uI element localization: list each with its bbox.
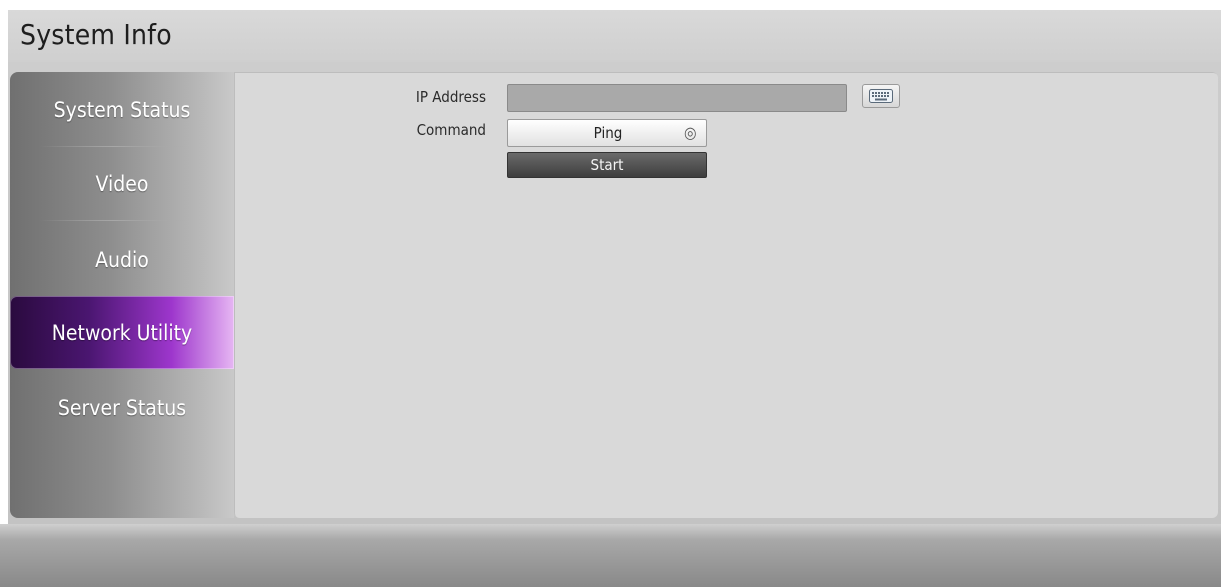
- sidebar-item-system-status[interactable]: System Status: [10, 74, 234, 146]
- ip-address-input[interactable]: [507, 84, 847, 112]
- keyboard-icon: [869, 89, 893, 103]
- footer-bar: [0, 524, 1221, 587]
- header-bar: System Info: [8, 10, 1221, 62]
- ip-address-label: IP Address: [415, 88, 486, 106]
- sidebar-item-audio[interactable]: Audio: [10, 224, 234, 296]
- ring-icon: ◎: [684, 123, 697, 142]
- sidebar-divider: [40, 220, 190, 221]
- sidebar-item-label: System Status: [53, 98, 191, 122]
- sidebar-divider: [40, 146, 190, 147]
- keyboard-button[interactable]: [862, 84, 900, 108]
- command-select-value: Ping: [593, 124, 623, 142]
- command-label: Command: [416, 121, 486, 139]
- command-select[interactable]: Ping ◎: [507, 119, 707, 147]
- start-button[interactable]: Start: [507, 152, 707, 178]
- page-title: System Info: [20, 18, 172, 51]
- sidebar-item-label: Video: [95, 172, 149, 196]
- sidebar-item-server-status[interactable]: Server Status: [10, 372, 234, 444]
- sidebar-item-label: Network Utility: [51, 320, 193, 345]
- sidebar-item-label: Server Status: [57, 396, 187, 420]
- sidebar-item-video[interactable]: Video: [10, 148, 234, 220]
- sidebar-item-network-utility[interactable]: Network Utility: [10, 296, 234, 369]
- sidebar-item-label: Audio: [95, 248, 149, 272]
